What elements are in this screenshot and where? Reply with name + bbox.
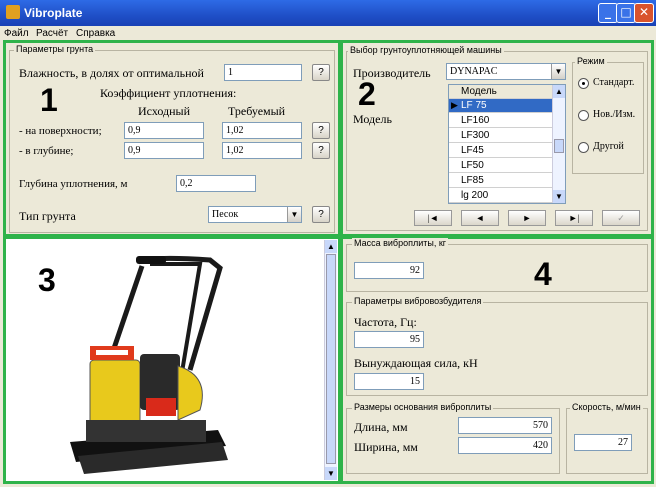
model-row[interactable]: lg 200 <box>449 189 553 203</box>
soil-type-label: Тип грунта <box>19 209 76 223</box>
model-row[interactable]: LF160 <box>449 114 553 128</box>
depth-required-input[interactable]: 1,02 <box>222 142 302 159</box>
scroll-up-icon[interactable]: ▲ <box>325 240 337 253</box>
surface-required-input[interactable]: 1,02 <box>222 122 302 139</box>
humidity-label: Влажность, в долях от оптимальной <box>19 66 204 80</box>
compaction-depth-label: Глубина уплотнения, м <box>19 178 128 190</box>
base-title: Размеры основания виброплиты <box>352 402 494 412</box>
model-grid-scrollbar[interactable]: ▲ ▼ <box>552 85 565 203</box>
depth-help-button[interactable]: ? <box>312 142 330 159</box>
menu-file[interactable]: Файл <box>4 28 29 39</box>
width-input[interactable]: 420 <box>458 437 552 454</box>
col-required-header: Требуемый <box>228 104 286 118</box>
scroll-down-icon[interactable]: ▼ <box>553 190 565 203</box>
model-row[interactable]: LF 75 ▶ <box>449 99 553 113</box>
model-name: LF 75 <box>461 100 487 111</box>
soil-type-select[interactable]: Песок ▼ <box>208 206 302 223</box>
app-icon <box>6 5 20 19</box>
scroll-down-icon[interactable]: ▼ <box>325 467 337 480</box>
mode-label[interactable]: Другой <box>593 141 624 152</box>
force-label: Вынуждающая сила, кН <box>354 356 478 370</box>
exciter-title: Параметры вибровозбудителя <box>352 296 484 306</box>
model-row[interactable]: LF85 <box>449 174 553 188</box>
model-row[interactable]: LF300 <box>449 129 553 143</box>
model-name: LF160 <box>461 115 490 126</box>
scroll-thumb[interactable] <box>554 139 564 153</box>
nav-prev-button[interactable]: ◄ <box>461 210 499 226</box>
scroll-up-icon[interactable]: ▲ <box>553 85 565 98</box>
panel-marker-1: 1 <box>40 82 58 118</box>
surface-help-button[interactable]: ? <box>312 122 330 139</box>
nav-next-button[interactable]: ► <box>508 210 546 226</box>
title-bar: Vibroplate _ □ ✕ <box>0 0 656 26</box>
speed-title: Скорость, м/мин <box>570 402 643 412</box>
chevron-down-icon[interactable]: ▼ <box>287 207 301 222</box>
close-button[interactable]: ✕ <box>634 3 654 23</box>
mode-title: Режим <box>575 56 607 66</box>
scroll-thumb[interactable] <box>326 254 336 464</box>
frequency-input[interactable]: 95 <box>354 331 424 348</box>
vibroplate-image <box>70 255 228 474</box>
compaction-depth-input[interactable]: 0,2 <box>176 175 256 192</box>
nav-first-button[interactable]: |◄ <box>414 210 452 226</box>
mode-radio[interactable] <box>578 110 589 121</box>
model-row[interactable]: LF50 <box>449 159 553 173</box>
model-name: LF50 <box>461 160 484 171</box>
mode-label[interactable]: Стандарт. <box>593 77 634 88</box>
panel-marker-4: 4 <box>534 256 552 292</box>
length-input[interactable]: 570 <box>458 417 552 434</box>
soil-type-value: Песок <box>212 209 239 220</box>
mode-radio[interactable] <box>578 142 589 153</box>
surface-initial-input[interactable]: 0,9 <box>124 122 204 139</box>
col-initial-header: Исходный <box>138 104 191 118</box>
surface-label: - на поверхности; <box>19 125 102 137</box>
chevron-down-icon[interactable]: ▼ <box>551 64 565 79</box>
row-pointer-icon: ▶ <box>451 100 458 110</box>
force-input[interactable]: 15 <box>354 373 424 390</box>
humidity-help-button[interactable]: ? <box>312 64 330 81</box>
model-name: lg 200 <box>461 190 489 201</box>
model-label: Модель <box>353 112 392 126</box>
manufacturer-label: Производитель <box>353 66 431 80</box>
depth-initial-input[interactable]: 0,9 <box>124 142 204 159</box>
window-title: Vibroplate <box>24 6 83 20</box>
humidity-input[interactable]: 1 <box>224 64 302 81</box>
speed-input[interactable]: 27 <box>574 434 632 451</box>
nav-last-button[interactable]: ►| <box>555 210 593 226</box>
nav-post-button[interactable]: ✓ <box>602 210 640 226</box>
panel-marker-2: 2 <box>358 76 376 112</box>
vibroplate-brand: WACKER NEUSON <box>0 0 1 1</box>
frequency-label: Частота, Гц: <box>354 315 417 329</box>
length-label: Длина, мм <box>354 420 408 434</box>
model-name: LF85 <box>461 175 484 186</box>
image-scrollbar[interactable]: ▲ ▼ <box>324 240 337 480</box>
soil-params-title: Параметры грунта <box>14 44 96 54</box>
manufacturer-select[interactable]: DYNAPAC ▼ <box>446 63 566 80</box>
mode-label[interactable]: Нов./Изм. <box>593 109 635 120</box>
model-name: LF300 <box>461 130 490 141</box>
mass-title: Масса виброплиты, кг <box>352 238 449 248</box>
depth-label: - в глубине; <box>19 145 74 157</box>
model-grid[interactable]: Модель LF 75 ▶ LF160 LF300 LF45 LF50 LF85 lg 20… <box>448 84 566 204</box>
machine-select-title: Выбор грунтоуплотняющей машины <box>348 45 504 55</box>
menu-help[interactable]: Справка <box>76 28 115 39</box>
mass-input[interactable]: 92 <box>354 262 424 279</box>
minimize-button[interactable]: _ <box>598 3 618 23</box>
model-grid-header: Модель <box>449 85 553 99</box>
model-row[interactable]: LF45 <box>449 144 553 158</box>
coef-header: Коэффициент уплотнения: <box>100 86 237 100</box>
model-name: LF45 <box>461 145 484 156</box>
width-label: Ширина, мм <box>354 440 418 454</box>
menu-calc[interactable]: Расчёт <box>36 28 68 39</box>
maximize-button[interactable]: □ <box>616 3 636 23</box>
manufacturer-value: DYNAPAC <box>450 66 498 77</box>
mode-radio[interactable] <box>578 78 589 89</box>
soil-type-help-button[interactable]: ? <box>312 206 330 223</box>
